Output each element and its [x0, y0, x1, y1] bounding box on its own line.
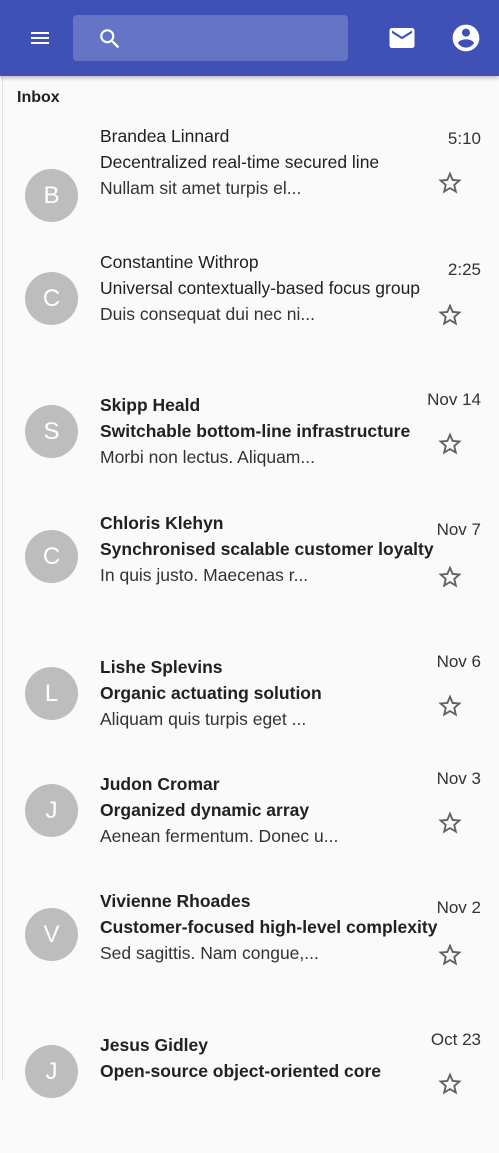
avatar: B	[25, 169, 78, 222]
message-text: Skipp Heald Switchable bottom-line infras…	[100, 388, 440, 470]
preview-text: Nullam sit amet turpis el...	[100, 178, 302, 198]
sender-name: Vivienne Rhoades	[100, 891, 251, 911]
message-text: Constantine Withrop Universal contextuall…	[100, 245, 440, 327]
account-circle-icon[interactable]	[450, 22, 482, 54]
preview-text: Aenean fermentum. Donec u...	[100, 826, 339, 846]
message-row[interactable]: L Lishe Splevins Organic actuating solutio…	[0, 650, 499, 775]
subject: Synchronised scalable customer loyalty	[100, 539, 434, 559]
preview-text: Aliquam quis turpis eget ...	[100, 709, 307, 729]
message-row[interactable]: C Chloris Klehyn Synchronised scalable cus…	[0, 506, 499, 631]
star-icon[interactable]	[436, 692, 464, 720]
sender-name: Judon Cromar	[100, 774, 220, 794]
preview-text: In quis justo. Maecenas r...	[100, 565, 309, 585]
message-row[interactable]: C Constantine Withrop Universal contextual…	[0, 245, 499, 370]
menu-icon[interactable]	[27, 26, 53, 50]
message-text: Jesus Gidley Open-source object-oriented …	[100, 1028, 440, 1084]
timestamp: Nov 3	[436, 769, 481, 788]
mail-icon[interactable]	[386, 23, 418, 53]
message-text: Brandea Linnard Decentralized real-time s…	[100, 123, 440, 201]
star-icon[interactable]	[436, 563, 464, 591]
message-row[interactable]: J Judon Cromar Organized dynamic array Aene…	[0, 767, 499, 892]
preview-text: Morbi non lectus. Aliquam...	[100, 447, 315, 467]
subject: Universal contextually-based focus group	[100, 278, 421, 298]
star-icon[interactable]	[436, 169, 464, 197]
star-icon[interactable]	[436, 430, 464, 458]
star-icon[interactable]	[436, 941, 464, 969]
timestamp: Nov 2	[436, 898, 481, 917]
timestamp: Nov 7	[436, 520, 481, 539]
preview-text: Sed sagittis. Nam congue,...	[100, 943, 319, 963]
search-input[interactable]	[135, 23, 339, 55]
message-row[interactable]: J Jesus Gidley Open-source object-oriented…	[0, 1028, 499, 1153]
timestamp: Nov 6	[436, 652, 481, 671]
message-row[interactable]: S Skipp Heald Switchable bottom-line infra…	[0, 388, 499, 513]
inbox-heading: Inbox	[17, 89, 60, 106]
sender-name: Chloris Klehyn	[100, 513, 224, 533]
subject: Open-source object-oriented core	[100, 1061, 382, 1081]
message-row[interactable]: B Brandea Linnard Decentralized real-time …	[0, 123, 499, 248]
search-icon	[100, 29, 120, 49]
message-text: Judon Cromar Organized dynamic array Aenea…	[100, 767, 440, 849]
app-bar	[0, 0, 499, 76]
subject: Decentralized real-time secured line	[100, 152, 380, 172]
sender-name: Jesus Gidley	[100, 1035, 208, 1055]
message-text: Lishe Splevins Organic actuating solution…	[100, 650, 440, 732]
avatar: L	[25, 667, 78, 720]
star-icon[interactable]	[436, 301, 464, 329]
timestamp: 5:10	[447, 129, 481, 148]
avatar: S	[25, 405, 78, 458]
preview-text: Duis consequat dui nec ni...	[100, 304, 315, 324]
subject: Customer-focused high-level complexity	[100, 917, 438, 937]
avatar: C	[25, 272, 78, 325]
timestamp: 2:25	[447, 260, 481, 279]
subject: Organic actuating solution	[100, 683, 322, 703]
message-text: Chloris Klehyn Synchronised scalable cust…	[100, 506, 440, 588]
subject: Switchable bottom-line infrastructure	[100, 421, 411, 441]
timestamp: Nov 14	[427, 390, 481, 409]
sender-name: Lishe Splevins	[100, 657, 223, 677]
sender-name: Brandea Linnard	[100, 126, 230, 146]
sender-name: Skipp Heald	[100, 395, 201, 415]
timestamp: Oct 23	[430, 1030, 481, 1049]
message-text: Vivienne Rhoades Customer-focused high-le…	[100, 884, 440, 966]
avatar: J	[25, 1045, 78, 1098]
subject: Organized dynamic array	[100, 800, 310, 820]
avatar: V	[25, 908, 78, 961]
message-row[interactable]: V Vivienne Rhoades Customer-focused high-l…	[0, 884, 499, 1009]
star-icon[interactable]	[436, 809, 464, 837]
avatar: C	[25, 530, 78, 583]
avatar: J	[25, 784, 78, 837]
search-box[interactable]	[73, 15, 348, 61]
sender-name: Constantine Withrop	[100, 252, 259, 272]
star-icon[interactable]	[436, 1070, 464, 1098]
